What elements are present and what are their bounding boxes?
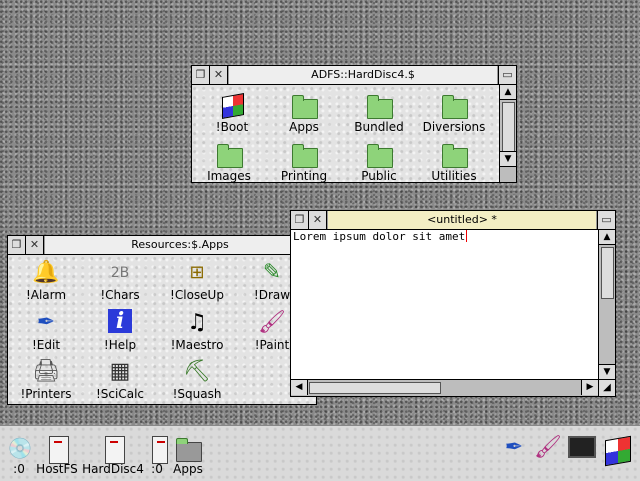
- folder-icon: [363, 140, 395, 168]
- scroll-left-icon[interactable]: ◀: [291, 380, 308, 395]
- maestro-music-icon: ♫: [187, 310, 207, 335]
- filer-item-printers[interactable]: 🖨 !Printers: [6, 358, 86, 402]
- folder-icon: [438, 91, 470, 119]
- filer-item-squash[interactable]: ⛏ !Squash: [157, 358, 237, 402]
- scroll-down-icon[interactable]: ▼: [500, 151, 516, 167]
- title-bar[interactable]: ❐ ✕ Resources:$.Apps: [8, 236, 316, 255]
- window-title[interactable]: <untitled> *: [327, 211, 597, 229]
- chars-icon: 2B: [110, 265, 130, 281]
- toggle-size-icon[interactable]: ▭: [498, 66, 516, 84]
- iconbar-display-manager[interactable]: [566, 434, 598, 462]
- draw-icon: ✎: [262, 260, 282, 285]
- folder-icon: [288, 140, 320, 168]
- iconbar-cd-drive[interactable]: 💿 :0: [4, 434, 34, 476]
- apps-folder-icon: [172, 434, 204, 462]
- scroll-thumb[interactable]: [601, 247, 614, 299]
- iconbar-apps[interactable]: Apps: [170, 434, 206, 476]
- filer-item-boot[interactable]: !Boot: [192, 91, 272, 134]
- scroll-right-icon[interactable]: ▶: [581, 380, 598, 395]
- folder-icon: [288, 91, 320, 119]
- filer-item-bundled[interactable]: Bundled: [339, 91, 419, 134]
- filer-item-utilities[interactable]: Utilities: [414, 140, 494, 183]
- edit-pen-icon: ✒: [504, 435, 524, 460]
- document-text[interactable]: Lorem ipsum dolor sit amet: [293, 230, 468, 243]
- hostfs-drive-icon: [41, 434, 73, 464]
- scroll-up-icon[interactable]: ▲: [500, 85, 516, 100]
- boot-cube-icon: [216, 91, 248, 119]
- paint-brush-icon: 🖌: [258, 310, 286, 335]
- filer-contents: 🔔 !Alarm 2B !Chars ⊞ !CloseUp ✎ !Draw ✒ …: [8, 255, 316, 404]
- close-icon[interactable]: ✕: [210, 66, 228, 84]
- horizontal-scrollbar[interactable]: ◀ ▶: [291, 379, 598, 396]
- filer-item-images[interactable]: Images: [189, 140, 269, 183]
- filer-item-diversions[interactable]: Diversions: [414, 91, 494, 134]
- scroll-up-icon[interactable]: ▲: [599, 230, 615, 245]
- vertical-scrollbar[interactable]: ▲ ▼: [499, 85, 516, 182]
- display-manager-icon: [566, 434, 598, 462]
- help-i-icon: i: [104, 309, 136, 337]
- title-bar[interactable]: ❐ ✕ <untitled> * ▭: [291, 211, 615, 230]
- scroll-thumb[interactable]: [309, 382, 441, 394]
- filer-item-maestro[interactable]: ♫ !Maestro: [157, 309, 237, 353]
- close-icon[interactable]: ✕: [309, 211, 327, 229]
- iconbar-harddisc[interactable]: HardDisc4: [82, 434, 144, 476]
- iconbar-edit[interactable]: ✒: [498, 434, 530, 462]
- back-icon[interactable]: ❐: [8, 236, 26, 254]
- cd-drive-icon: 💿: [7, 436, 33, 460]
- alarm-bell-icon: 🔔: [32, 260, 60, 285]
- calculator-icon: ▦: [109, 359, 131, 384]
- edit-text-window[interactable]: ❐ ✕ <untitled> * ▭ Lorem ipsum dolor sit…: [290, 210, 616, 397]
- harddisc-filer-window[interactable]: ❐ ✕ ADFS::HardDisc4.$ ▭ !Boot Apps Bundl…: [191, 65, 517, 183]
- toggle-size-icon[interactable]: ▭: [597, 211, 615, 229]
- filer-item-closeup[interactable]: ⊞ !CloseUp: [157, 259, 237, 303]
- iconbar-task-manager[interactable]: [600, 434, 634, 467]
- window-title[interactable]: Resources:$.Apps: [44, 236, 316, 254]
- filer-item-alarm[interactable]: 🔔 !Alarm: [6, 259, 86, 303]
- task-manager-cube-icon: [601, 434, 633, 467]
- close-icon[interactable]: ✕: [26, 236, 44, 254]
- filer-item-scicalc[interactable]: ▦ !SciCalc: [80, 358, 160, 402]
- printer-icon: 🖨: [32, 359, 60, 384]
- paint-brush-icon: 🖌: [534, 435, 562, 460]
- vertical-scrollbar[interactable]: ▲ ▼: [598, 230, 615, 379]
- filer-item-printing[interactable]: Printing: [264, 140, 344, 183]
- folder-icon: [213, 140, 245, 168]
- resize-handle-icon[interactable]: ◢: [598, 379, 615, 396]
- text-caret: [466, 230, 468, 242]
- iconbar-floppy[interactable]: :0: [142, 434, 172, 476]
- back-icon[interactable]: ❐: [291, 211, 309, 229]
- harddisc-icon: [97, 434, 129, 464]
- icon-bar: 💿 :0 HostFS HardDisc4 :0 Apps ✒ 🖌: [0, 425, 640, 481]
- title-bar[interactable]: ❐ ✕ ADFS::HardDisc4.$ ▭: [192, 66, 516, 85]
- window-title[interactable]: ADFS::HardDisc4.$: [228, 66, 498, 84]
- filer-item-apps[interactable]: Apps: [264, 91, 344, 134]
- resources-filer-window[interactable]: ❐ ✕ Resources:$.Apps 🔔 !Alarm 2B !Chars …: [7, 235, 317, 405]
- filer-item-edit[interactable]: ✒ !Edit: [6, 309, 86, 353]
- filer-item-chars[interactable]: 2B !Chars: [80, 259, 160, 302]
- back-icon[interactable]: ❐: [192, 66, 210, 84]
- closeup-magnifier-icon: ⊞: [189, 262, 205, 283]
- scroll-down-icon[interactable]: ▼: [599, 364, 615, 379]
- iconbar-hostfs[interactable]: HostFS: [34, 434, 80, 476]
- text-area[interactable]: Lorem ipsum dolor sit amet: [291, 230, 598, 379]
- filer-item-help[interactable]: i !Help: [80, 309, 160, 352]
- filer-contents: !Boot Apps Bundled Diversions Images Pri…: [189, 85, 499, 183]
- edit-pen-icon: ✒: [36, 310, 56, 335]
- iconbar-paint[interactable]: 🖌: [532, 434, 564, 462]
- folder-icon: [438, 140, 470, 168]
- squash-icon: ⛏: [183, 359, 211, 384]
- filer-item-public[interactable]: Public: [339, 140, 419, 183]
- folder-icon: [363, 91, 395, 119]
